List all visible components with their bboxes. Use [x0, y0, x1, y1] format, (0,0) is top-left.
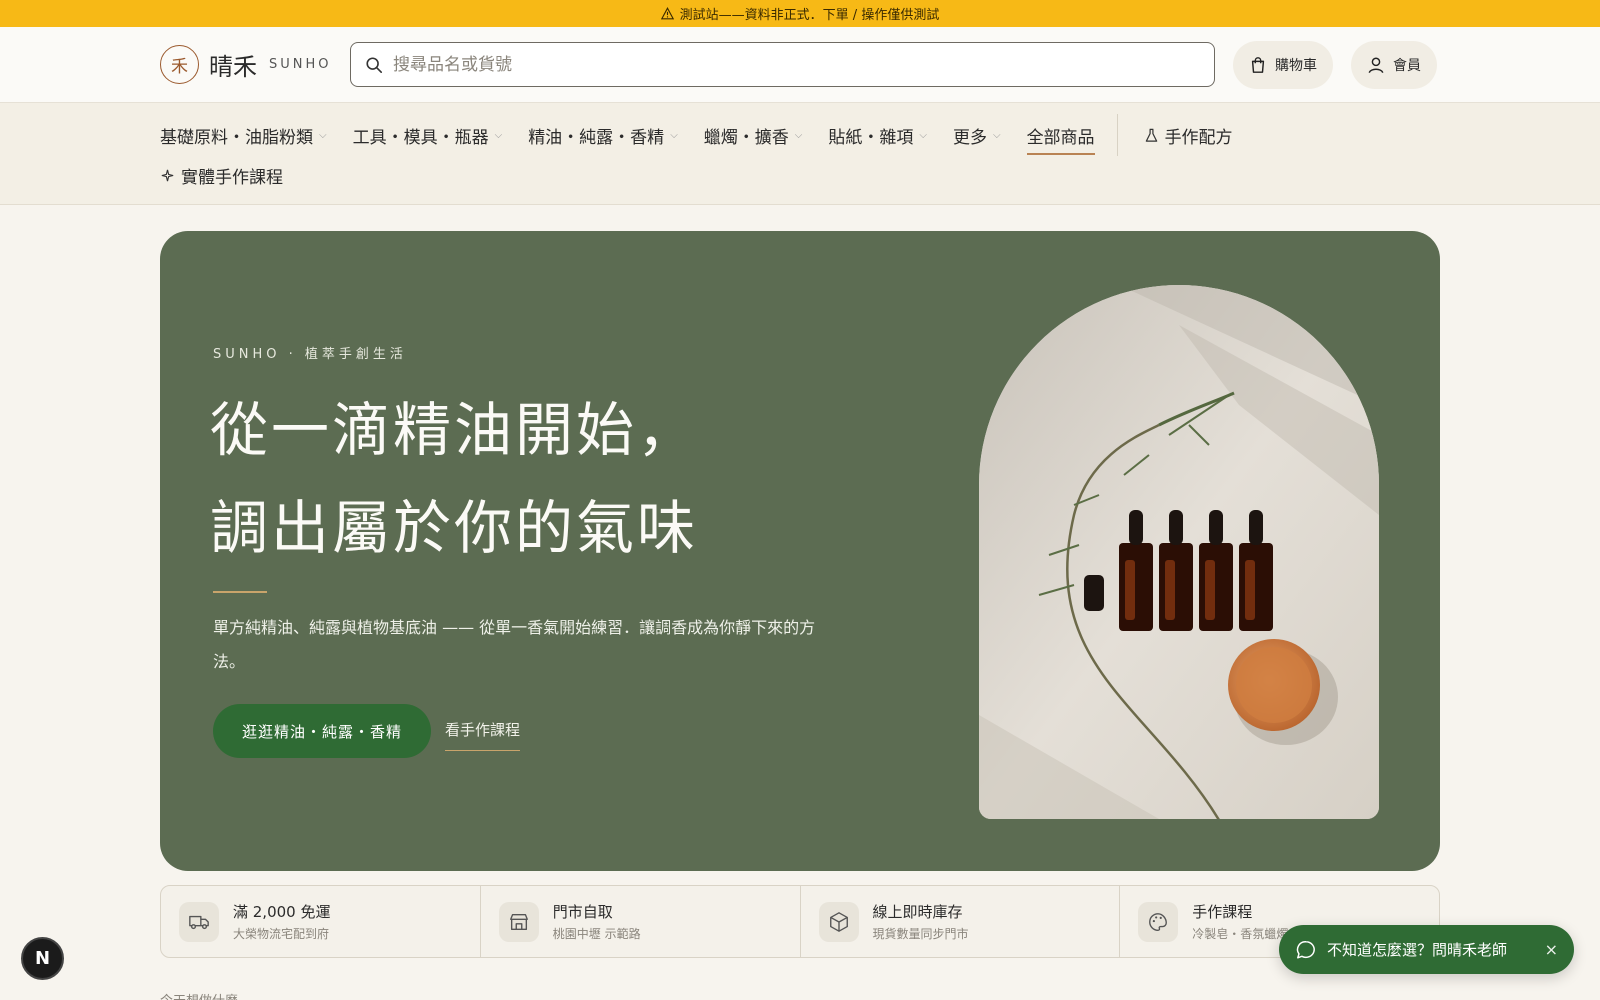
hero-divider: [213, 591, 267, 593]
hero-title-line-2: 調出屬於你的氣味: [210, 494, 699, 562]
feature-title: 手作課程: [1192, 903, 1253, 921]
feature-store-pickup: 門市自取 桃園中壢 示範路: [481, 886, 801, 957]
site-header: 禾 晴禾 SUNHO 購物車 會員: [0, 27, 1600, 103]
feature-subtitle: 桃園中壢 示範路: [552, 927, 641, 941]
logo-mark: 禾: [160, 45, 199, 84]
nav-divider: [1116, 114, 1118, 156]
feature-subtitle: 冷製皂・香氛蠟燭: [1192, 927, 1289, 941]
feature-free-shipping: 滿 2,000 免運 大榮物流宅配到府: [161, 886, 481, 957]
chevron-down-icon: ⌵: [992, 129, 1001, 141]
feature-live-stock: 線上即時庫存 現貨數量同步門市: [801, 886, 1121, 957]
chat-label: 不知道怎麼選？問晴禾老師: [1327, 941, 1508, 959]
nav-item-essential-oils[interactable]: 精油・純露・香精 ⌵: [528, 115, 678, 155]
nav-label: 實體手作課程: [181, 167, 283, 188]
search-input[interactable]: [393, 54, 1200, 75]
nav-label: 更多: [952, 127, 987, 148]
nav-label: 全部商品: [1026, 127, 1095, 148]
nav-item-all-products[interactable]: 全部商品: [1026, 115, 1095, 155]
store-icon: [498, 901, 539, 942]
nav-label: 精油・純露・香精: [528, 127, 665, 148]
feature-subtitle: 現貨數量同步門市: [872, 927, 969, 941]
nav-item-candles[interactable]: 蠟燭・擴香 ⌵: [704, 115, 803, 155]
hero-product-image: [979, 285, 1379, 819]
warning-icon: [660, 7, 674, 20]
section-heading: 今天想做什麼: [160, 990, 238, 1000]
nav-label: 手作配方: [1164, 127, 1233, 148]
logo-chinese-name: 晴禾: [209, 53, 257, 81]
nav-label: 基礎原料・油脂粉類: [160, 127, 313, 148]
user-icon: [1368, 57, 1384, 73]
shop-essential-oils-button[interactable]: 逛逛精油・純露・香精: [213, 704, 431, 758]
flask-icon: [1145, 128, 1157, 142]
search-icon: [366, 56, 383, 73]
chevron-down-icon: ⌵: [794, 129, 803, 141]
chat-bubble-icon: [1296, 940, 1315, 959]
feature-subtitle: 大榮物流宅配到府: [233, 927, 330, 941]
chevron-down-icon: ⌵: [919, 129, 927, 141]
chat-assistant-button[interactable]: 不知道怎麼選？問晴禾老師 ×: [1279, 925, 1574, 974]
palette-icon: [1138, 901, 1179, 942]
feature-title: 滿 2,000 免運: [233, 903, 331, 921]
close-icon[interactable]: ×: [1545, 940, 1558, 959]
nav-item-tools[interactable]: 工具・模具・瓶器 ⌵: [353, 115, 503, 155]
feature-strip: 滿 2,000 免運 大榮物流宅配到府 門市自取 桃園中壢 示範路 線上即時庫存…: [160, 885, 1440, 958]
chevron-down-icon: ⌵: [319, 129, 327, 141]
cart-button[interactable]: 購物車: [1233, 40, 1333, 89]
sparkle-icon: [161, 169, 174, 181]
shopping-bag-icon: [1251, 56, 1265, 73]
nextjs-dev-badge[interactable]: N: [21, 937, 64, 980]
hero-title: 從一滴精油開始， 調出屬於你的氣味: [210, 381, 810, 577]
nav-label: 貼紙・雜項: [828, 127, 914, 148]
hero-title-line-1: 從一滴精油開始，: [210, 396, 699, 464]
feature-title: 門市自取: [552, 903, 613, 921]
nav-item-stickers[interactable]: 貼紙・雜項 ⌵: [828, 115, 927, 155]
hero-description: 單方純精油、純露與植物基底油 —— 從單一香氣開始練習．讓調香成為你靜下來的方法…: [213, 618, 816, 671]
member-button[interactable]: 會員: [1351, 40, 1437, 89]
chevron-down-icon: ⌵: [494, 129, 503, 141]
search-bar[interactable]: [350, 42, 1215, 87]
nav-item-courses[interactable]: 實體手作課程: [160, 155, 283, 195]
view-courses-link[interactable]: 看手作課程: [445, 719, 521, 751]
banner-text: 測試站——資料非正式．下單 / 操作僅供測試: [679, 8, 940, 23]
box-icon: [818, 901, 859, 942]
nav-label: 工具・模具・瓶器: [352, 127, 489, 148]
test-site-banner: 測試站——資料非正式．下單 / 操作僅供測試: [0, 0, 1600, 27]
cart-label: 購物車: [1275, 57, 1317, 74]
essential-oil-bottles-illustration: [979, 285, 1379, 819]
nav-item-more[interactable]: 更多 ⌵: [953, 115, 1001, 155]
truck-icon: [179, 901, 219, 942]
chevron-down-icon: ⌵: [670, 129, 678, 141]
hero-eyebrow: SUNHO · 植萃手創生活: [213, 347, 407, 362]
member-label: 會員: [1393, 57, 1421, 74]
nav-label: 蠟燭・擴香: [703, 127, 789, 148]
nav-item-recipes[interactable]: 手作配方: [1144, 115, 1233, 155]
site-logo[interactable]: 禾 晴禾 SUNHO: [160, 45, 350, 84]
category-nav: 基礎原料・油脂粉類 ⌵ 工具・模具・瓶器 ⌵ 精油・純露・香精 ⌵ 蠟燭・擴香 ⌵ 貼紙…: [0, 103, 1600, 205]
hero-banner: SUNHO · 植萃手創生活 從一滴精油開始， 調出屬於你的氣味 單方純精油、純…: [160, 231, 1440, 871]
logo-english-name: SUNHO: [269, 57, 332, 72]
feature-title: 線上即時庫存: [872, 903, 963, 921]
nav-item-base-materials[interactable]: 基礎原料・油脂粉類 ⌵: [160, 115, 327, 155]
